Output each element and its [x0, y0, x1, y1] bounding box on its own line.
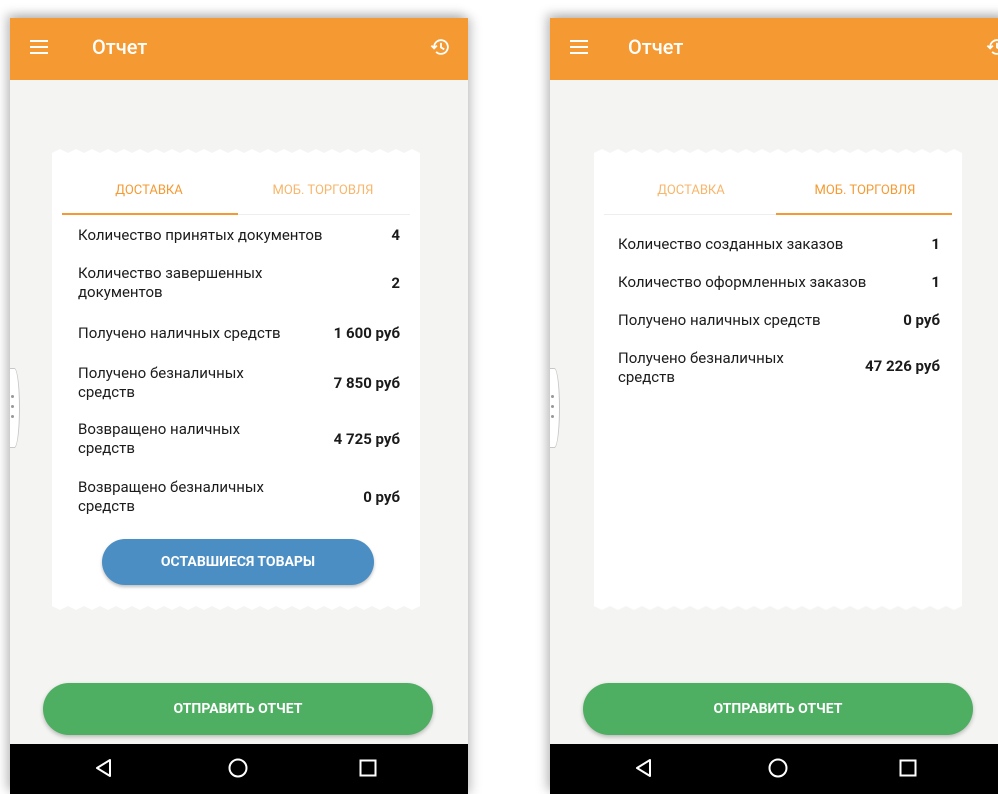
page-title: Отчет: [92, 35, 148, 59]
tab-bar: ДОСТАВКА МОБ. ТОРГОВЛЯ: [604, 175, 952, 215]
back-icon[interactable]: [632, 756, 656, 780]
row-label: Получено безналичных средств: [618, 349, 784, 386]
tab-indicator: [776, 213, 952, 215]
receipt-edge-bottom: [52, 602, 420, 610]
history-icon[interactable]: [430, 36, 452, 58]
tab-delivery[interactable]: ДОСТАВКА: [62, 183, 236, 198]
menu-icon[interactable]: [30, 40, 48, 54]
row-label: Количество завершенных документов: [78, 264, 263, 301]
receipt-edge-bottom: [594, 602, 962, 610]
page-title: Отчет: [628, 35, 684, 59]
row-value: 4 725 руб: [333, 430, 400, 448]
report-row: Возвращено безналичных средств 0 руб: [78, 478, 400, 516]
app-bar: Отчет: [10, 18, 468, 80]
row-value: 4: [391, 226, 400, 244]
app-bar: Отчет: [550, 18, 998, 80]
tab-mobile-trade[interactable]: МОБ. ТОРГОВЛЯ: [778, 183, 952, 198]
send-report-button[interactable]: ОТПРАВИТЬ ОТЧЕТ: [583, 683, 973, 735]
screen-delivery: Отчет ДОСТАВКА МОБ. ТОРГОВЛЯ Количество …: [10, 18, 468, 794]
tab-mobile-trade[interactable]: МОБ. ТОРГОВЛЯ: [236, 183, 410, 198]
history-icon[interactable]: [986, 36, 998, 58]
back-icon[interactable]: [92, 756, 116, 780]
system-nav-bar: [10, 744, 468, 794]
row-value: 47 226 руб: [865, 357, 940, 375]
row-label: Получено наличных средств: [78, 324, 281, 342]
report-row: Количество принятых документов 4: [78, 226, 400, 245]
report-row: Возвращено наличных средств 4 725 руб: [78, 420, 400, 458]
drawer-handle[interactable]: [10, 368, 20, 448]
home-icon[interactable]: [766, 756, 790, 780]
row-label: Получено безналичных средств: [78, 364, 244, 401]
row-label: Получено наличных средств: [618, 311, 821, 329]
system-nav-bar: [550, 744, 998, 794]
report-row: Получено безналичных средств 47 226 руб: [618, 349, 940, 387]
tab-indicator: [62, 213, 238, 215]
report-card: ДОСТАВКА МОБ. ТОРГОВЛЯ Количество создан…: [594, 149, 962, 610]
receipt-edge-top: [52, 149, 420, 157]
row-value: 1: [931, 273, 940, 291]
tab-bar: ДОСТАВКА МОБ. ТОРГОВЛЯ: [62, 175, 410, 215]
drawer-handle[interactable]: [550, 368, 560, 448]
report-row: Количество оформленных заказов 1: [618, 273, 940, 292]
row-value: 2: [391, 274, 400, 292]
send-report-button[interactable]: ОТПРАВИТЬ ОТЧЕТ: [43, 683, 433, 735]
report-row: Получено наличных средств 0 руб: [618, 311, 940, 330]
menu-icon[interactable]: [570, 40, 588, 54]
row-label: Возвращено наличных средств: [78, 420, 241, 457]
row-label: Количество созданных заказов: [618, 235, 844, 253]
row-value: 1 600 руб: [333, 324, 400, 342]
row-value: 0 руб: [903, 311, 940, 329]
row-value: 0 руб: [363, 488, 400, 506]
recent-apps-icon[interactable]: [896, 756, 920, 780]
report-row: Получено безналичных средств 7 850 руб: [78, 364, 400, 402]
row-label: Количество оформленных заказов: [618, 273, 867, 291]
report-card: ДОСТАВКА МОБ. ТОРГОВЛЯ Количество принят…: [52, 149, 420, 610]
report-row: Количество созданных заказов 1: [618, 235, 940, 254]
screen-mobile-trade: Отчет ДОСТАВКА МОБ. ТОРГОВЛЯ Количество …: [550, 18, 998, 794]
row-label: Количество принятых документов: [78, 226, 323, 244]
stage: Отчет ДОСТАВКА МОБ. ТОРГОВЛЯ Количество …: [0, 0, 998, 794]
remaining-goods-button[interactable]: ОСТАВШИЕСЯ ТОВАРЫ: [102, 539, 374, 585]
home-icon[interactable]: [226, 756, 250, 780]
report-row: Количество завершенных документов 2: [78, 264, 400, 302]
receipt-edge-top: [594, 149, 962, 157]
recent-apps-icon[interactable]: [356, 756, 380, 780]
tab-delivery[interactable]: ДОСТАВКА: [604, 183, 778, 198]
row-value: 7 850 руб: [333, 374, 400, 392]
report-row: Получено наличных средств 1 600 руб: [78, 324, 400, 343]
row-value: 1: [931, 235, 940, 253]
row-label: Возвращено безналичных средств: [78, 478, 264, 515]
